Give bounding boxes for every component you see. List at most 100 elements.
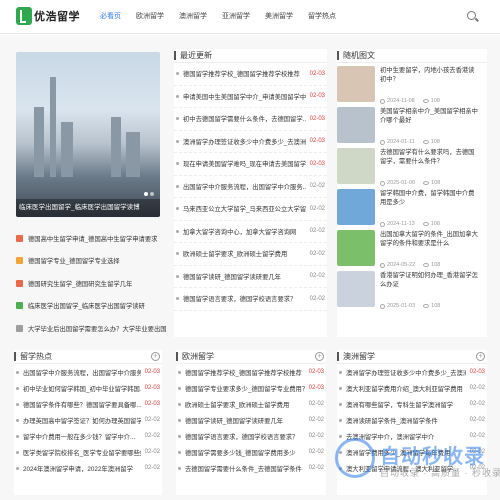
news-title[interactable]: 初中毕业如何留学韩国_初中毕业留学韩国... [23, 384, 141, 393]
nav-item-home[interactable]: 必看页 [100, 11, 121, 21]
news-row[interactable]: 申请美国中生美国留学中介_申请美国留学中介... 02-03 [174, 86, 327, 108]
news-row[interactable]: 德国留学读研_德国留学读研要几年 02-02 [176, 412, 326, 428]
news-title[interactable]: 申请美国中生美国留学中介_申请美国留学中介... [183, 92, 306, 101]
news-row[interactable]: 德国留学语言要求，德国学校语言要求？ 02-02 [176, 428, 326, 444]
thumbnail-image[interactable] [337, 107, 375, 143]
more-plus-icon[interactable]: + [476, 352, 485, 361]
random-item[interactable]: 初中生要留学，内地小孩去香港读初中？ 2024-11-08 108 [337, 66, 487, 104]
list-item[interactable]: 德国高中生留学申请_德国高中生留学申请要求 [16, 227, 166, 250]
news-title[interactable]: 去德国留学需要什么条件_去德国留学条件 [185, 464, 302, 473]
news-row[interactable]: 初中毕业如何留学韩国_初中毕业留学韩国... 02-03 [14, 380, 162, 396]
news-title[interactable]: 德国留学语言要求，德国学校语言要求？ [183, 294, 296, 303]
more-plus-icon[interactable]: + [315, 352, 324, 361]
news-title[interactable]: 澳洲留学办理签证收多少中介费多少_去澳洲... [183, 137, 306, 146]
nav-item-america[interactable]: 美洲留学 [265, 11, 293, 21]
search-icon[interactable] [467, 11, 476, 20]
random-title[interactable]: 香港留学证明如何办理_香港留学怎么办证 [380, 271, 480, 289]
random-title[interactable]: 初中生要留学，内地小孩去香港读初中？ [380, 66, 480, 84]
list-item[interactable]: 临床医学出国留学_临床医学出国留学读研 [16, 295, 166, 318]
news-title[interactable]: 德国留学专业要求多少_德国留学专业费用？ [185, 384, 305, 393]
random-item[interactable]: 去德国留学有什么要求吗，去德国留学，需要什么条件？ 2025-01-06 108 [337, 148, 487, 186]
news-row[interactable]: 初中去德国留学需要什么条件，去德国留学... 02-03 [174, 108, 327, 131]
thumbnail-image[interactable] [337, 66, 375, 102]
news-title[interactable]: 欧洲硕士留学要求_欧洲硕士留学费用 [185, 400, 289, 409]
news-row[interactable]: 马来西亚公立大学留学_马来西亚公立大学留... 02-02 [174, 198, 327, 221]
news-row[interactable]: 去德国留学需要什么条件_去德国留学条件 02-02 [176, 460, 326, 476]
news-row[interactable]: 澳洲留学办理签证收多少中介费多少_去澳洲... 02-03 [337, 364, 487, 380]
random-title[interactable]: 去德国留学有什么要求吗，去德国留学，需要什么条件？ [380, 148, 480, 166]
news-date: 02-02 [309, 228, 325, 235]
news-title[interactable]: 澳洲读研留学条件_澳洲留学条件 [346, 416, 438, 425]
nav-item-asia[interactable]: 亚洲留学 [222, 11, 250, 21]
list-item[interactable]: 德国研究生留学_德国研究生留学几年 [16, 272, 166, 295]
list-item[interactable]: 大学毕业后出国留学需要怎么办？大学毕业要出国留学... [16, 317, 166, 340]
list-item[interactable]: 德国留学专业_德国留学专业选择 [16, 250, 166, 273]
hero-slider[interactable]: 临床医学出国留学_临床医学出国留学读博 [16, 52, 160, 217]
random-item[interactable]: 留学韩国中介费，留学韩国中介费用是多少 2024-11-13 108 [337, 189, 487, 227]
news-row[interactable]: 澳大利亚留学费用介绍_澳大利亚留学费用 02-02 [337, 380, 487, 396]
news-title[interactable]: 加拿大留学咨询中心，加拿大留学咨询网 [183, 227, 296, 236]
random-meta: 2024-11-13 108 [380, 221, 480, 227]
slider-dot[interactable] [150, 192, 154, 196]
random-item[interactable]: 香港留学证明如何办理_香港留学怎么办证 2025-01-03 108 [337, 271, 487, 309]
news-row[interactable]: 现在申请美国留学难吗_现在申请去美国留学难... 02-03 [174, 153, 327, 176]
random-title[interactable]: 出国加拿大留学的条件_出国加拿大留学的条件和要求是什么 [380, 230, 480, 248]
nav-item-australia[interactable]: 澳洲留学 [179, 11, 207, 21]
news-row[interactable]: 欧洲硕士留学要求_欧洲硕士留学费用 02-02 [176, 396, 326, 412]
more-plus-icon[interactable]: + [151, 352, 160, 361]
news-title[interactable]: 澳洲有哪些留学，专科生留学澳洲留学 [346, 400, 453, 409]
news-title[interactable]: 留学中介费用一般在多少钱？留学中介... [23, 432, 135, 441]
hero-caption[interactable]: 临床医学出国留学_临床医学出国留学读博 [16, 199, 160, 217]
news-row[interactable]: 留学中介费用一般在多少钱？留学中介... 02-02 [14, 428, 162, 444]
slider-dot[interactable] [144, 192, 148, 196]
thumbnail-image[interactable] [337, 230, 375, 266]
thumbnail-image[interactable] [337, 148, 375, 184]
news-title[interactable]: 德国留学语言要求，德国学校语言要求？ [185, 432, 298, 441]
news-row[interactable]: 德国留学读研_德国留学读研要几年 02-02 [174, 266, 327, 288]
news-row[interactable]: 欧洲硕士留学要求_欧洲硕士留学费用 02-02 [174, 243, 327, 266]
news-row[interactable]: 澳洲读研留学条件_澳洲留学条件 02-02 [337, 412, 487, 428]
news-title[interactable]: 澳洲留学办理签证收多少中介费多少_去澳洲... [346, 368, 466, 377]
random-item[interactable]: 美国留学相亲中介_美国留学相亲中介哪个最好 2024-01-11 108 [337, 107, 487, 145]
news-title[interactable]: 德国留学条件有哪些？德国留学要具备哪... [23, 400, 141, 409]
news-title[interactable]: 德国留学需要多少钱_德国留学费用多少 [185, 448, 296, 457]
news-title[interactable]: 德国留学推荐学校_德国留学推荐学校推荐 [185, 368, 302, 377]
news-title[interactable]: 医学类留学院校排名_医学专业留学要哪些好 [23, 448, 141, 457]
news-title[interactable]: 马来西亚公立大学留学_马来西亚公立大学留... [183, 204, 306, 213]
random-title[interactable]: 留学韩国中介费，留学韩国中介费用是多少 [380, 189, 480, 207]
news-title[interactable]: 办理英国高中留学签证？如何办理英国留学... [23, 416, 141, 425]
news-title[interactable]: 德国留学读研_德国留学读研要几年 [185, 416, 283, 425]
news-title[interactable]: 德国留学推荐学校_德国留学推荐学校推荐 [183, 69, 300, 78]
news-row[interactable]: 2024年澳洲留学申请，2022年澳洲留学 02-02 [14, 460, 162, 476]
news-title[interactable]: 欧洲硕士留学要求_欧洲硕士留学费用 [183, 249, 287, 258]
random-title[interactable]: 美国留学相亲中介_美国留学相亲中介哪个最好 [380, 107, 480, 125]
random-item[interactable]: 出国加拿大留学的条件_出国加拿大留学的条件和要求是什么 2024-05-22 108 [337, 230, 487, 268]
date-meta: 2024-05-22 [380, 262, 415, 268]
date-meta: 2025-01-03 [380, 303, 415, 309]
news-row[interactable]: 医学类留学院校排名_医学专业留学要哪些好 02-02 [14, 444, 162, 460]
news-row[interactable]: 出国留学中介服务流程，出国留学中介服务... 02-03 [14, 364, 162, 380]
news-row[interactable]: 出国留学中介服务流程，出国留学中介服务... 02-02 [174, 176, 327, 198]
nav-item-europe[interactable]: 欧洲留学 [136, 11, 164, 21]
news-row[interactable]: 澳洲有哪些留学，专科生留学澳洲留学 02-02 [337, 396, 487, 412]
news-row[interactable]: 办理英国高中留学签证？如何办理英国留学... 02-02 [14, 412, 162, 428]
logo[interactable]: 优浩留学 [16, 7, 80, 25]
news-row[interactable]: 德国留学语言要求，德国学校语言要求？ 02-02 [174, 288, 327, 311]
news-title[interactable]: 出国留学中介服务流程，出国留学中介服务... [23, 368, 141, 377]
news-title[interactable]: 德国留学读研_德国留学读研要几年 [183, 272, 281, 281]
news-row[interactable]: 加拿大留学咨询中心，加拿大留学咨询网 02-02 [174, 221, 327, 243]
nav-item-hot[interactable]: 留学热点 [308, 11, 336, 21]
news-title[interactable]: 现在申请美国留学难吗_现在申请去美国留学难... [183, 159, 306, 168]
news-row[interactable]: 德国留学条件有哪些？德国留学要具备哪... 02-03 [14, 396, 162, 412]
news-row[interactable]: 澳洲留学办理签证收多少中介费多少_去澳洲... 02-03 [174, 131, 327, 153]
news-title[interactable]: 出国留学中介服务流程，出国留学中介服务... [183, 182, 306, 191]
news-title[interactable]: 初中去德国留学需要什么条件，去德国留学... [183, 114, 306, 123]
news-row[interactable]: 德国留学推荐学校_德国留学推荐学校推荐 02-03 [174, 63, 327, 86]
thumbnail-image[interactable] [337, 271, 375, 307]
news-row[interactable]: 德国留学需要多少钱_德国留学费用多少 02-02 [176, 444, 326, 460]
news-row[interactable]: 德国留学推荐学校_德国留学推荐学校推荐 02-03 [176, 364, 326, 380]
thumbnail-image[interactable] [337, 189, 375, 225]
news-row[interactable]: 德国留学专业要求多少_德国留学专业费用？ 02-03 [176, 380, 326, 396]
news-title[interactable]: 澳大利亚留学费用介绍_澳大利亚留学费用 [346, 384, 463, 393]
news-title[interactable]: 2024年澳洲留学申请，2022年澳洲留学 [23, 464, 133, 473]
